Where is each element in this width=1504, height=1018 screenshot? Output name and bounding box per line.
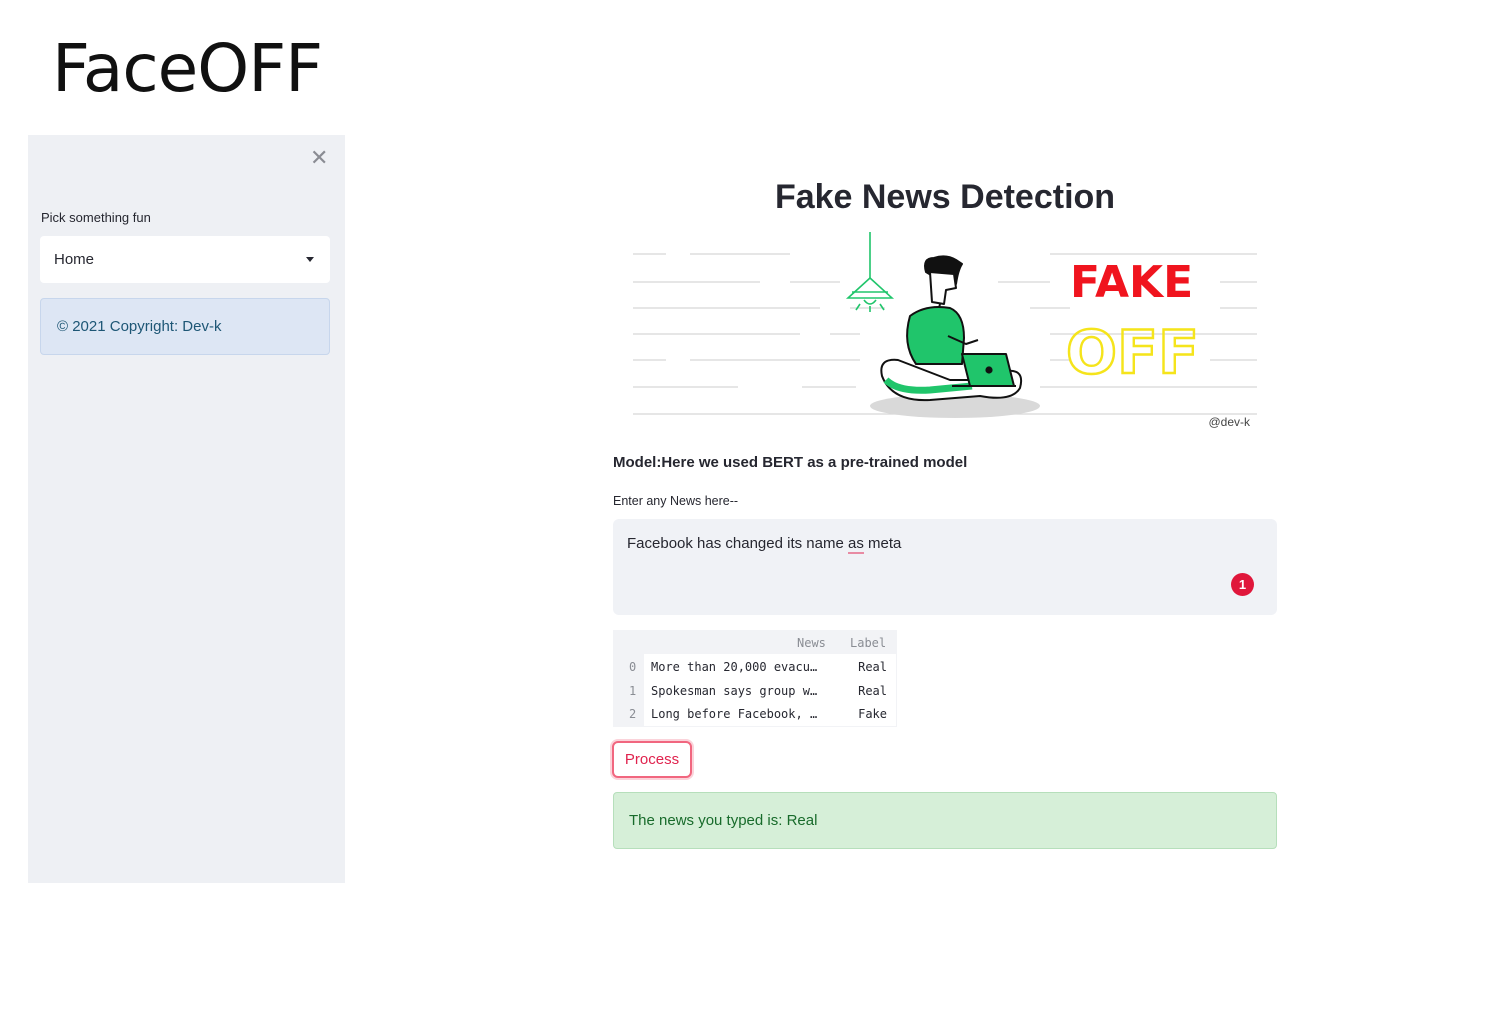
caret-down-icon bbox=[306, 257, 314, 262]
row-index: 0 bbox=[629, 660, 637, 674]
news-input-text-start: Facebook has changed its name bbox=[627, 535, 848, 552]
result-success-box: The news you typed is: Real bbox=[613, 792, 1277, 849]
grammar-badge-icon[interactable]: 1 bbox=[1231, 573, 1254, 596]
lamp-icon bbox=[845, 232, 895, 312]
spellcheck-marked-word: as bbox=[847, 535, 864, 554]
model-description: Model:Here we used BERT as a pre-trained… bbox=[613, 454, 968, 471]
table-cell-label[interactable]: Real bbox=[858, 660, 887, 674]
fake-text: FAKE bbox=[1070, 257, 1193, 308]
news-input[interactable]: Facebook has changed its name as meta 1 bbox=[613, 519, 1277, 615]
row-index: 1 bbox=[629, 684, 637, 698]
page-select-value: Home bbox=[54, 251, 95, 268]
news-input-text-end: meta bbox=[863, 535, 902, 552]
news-input-label: Enter any News here-- bbox=[613, 494, 739, 508]
person-figure bbox=[880, 255, 1022, 402]
table-cell-news[interactable]: Long before Facebook, … bbox=[651, 707, 817, 721]
credit-label: @dev-k bbox=[1208, 415, 1250, 429]
sidebar: ✕ Pick something fun Home © 2021 Copyrig… bbox=[28, 135, 345, 883]
copyright-info-box: © 2021 Copyright: Dev-k bbox=[40, 298, 330, 355]
off-outline-text: OFF bbox=[1066, 318, 1199, 388]
hero-illustration-svg: FAKE OFF bbox=[633, 232, 1257, 418]
column-header-news[interactable]: News bbox=[797, 636, 826, 650]
app-brand-title: FaceOFF bbox=[52, 30, 323, 107]
page-title: Fake News Detection bbox=[774, 178, 1116, 216]
hero-illustration: FAKE OFF @dev-k bbox=[630, 230, 1260, 430]
close-icon[interactable]: ✕ bbox=[310, 147, 328, 169]
row-index: 2 bbox=[629, 707, 637, 721]
table-cell-label[interactable]: Real bbox=[858, 684, 887, 698]
column-header-label[interactable]: Label bbox=[850, 636, 886, 650]
table-cell-news[interactable]: Spokesman says group w… bbox=[651, 684, 817, 698]
table-cell-news[interactable]: More than 20,000 evacu… bbox=[651, 660, 817, 674]
page-select[interactable]: Home bbox=[40, 236, 330, 283]
select-label: Pick something fun bbox=[41, 210, 151, 225]
news-dataframe[interactable]: News Label 0 More than 20,000 evacu… Rea… bbox=[613, 630, 897, 727]
table-cell-label[interactable]: Fake bbox=[858, 707, 887, 721]
process-button[interactable]: Process bbox=[612, 741, 692, 778]
